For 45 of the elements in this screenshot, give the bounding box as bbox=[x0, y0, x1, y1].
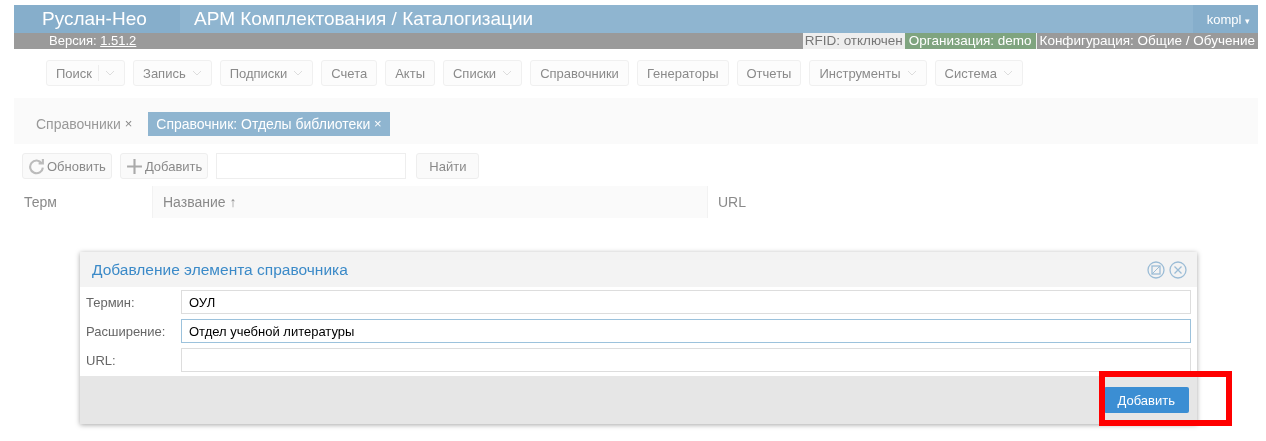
column-header[interactable]: Терм bbox=[14, 186, 152, 218]
input-field[interactable] bbox=[181, 348, 1191, 372]
maximize-icon[interactable] bbox=[1147, 260, 1165, 279]
tab[interactable]: Справочник: Отделы библиотеки × bbox=[148, 112, 390, 136]
submit-button[interactable]: Добавить bbox=[1103, 387, 1189, 413]
user-menu[interactable]: kompl ▾ bbox=[1192, 5, 1258, 33]
column-header[interactable]: Название ↑ bbox=[152, 186, 708, 218]
chevron-icon bbox=[502, 70, 513, 76]
close-icon[interactable] bbox=[1169, 260, 1187, 279]
menu-button[interactable]: Инструменты bbox=[809, 60, 927, 86]
refresh-icon bbox=[28, 157, 45, 175]
menu-button[interactable]: Списки bbox=[443, 60, 523, 86]
chevron-icon bbox=[191, 70, 202, 76]
organization-label: Организация: demo bbox=[904, 33, 1037, 49]
menu-button[interactable]: Отчеты bbox=[736, 60, 802, 86]
plus-icon bbox=[125, 157, 143, 175]
menu-button[interactable]: Акты bbox=[385, 60, 435, 86]
field-label: URL: bbox=[86, 352, 117, 368]
version-link[interactable]: 1.51.2 bbox=[100, 33, 137, 48]
version-label: Версия: bbox=[49, 33, 97, 48]
column-header[interactable]: URL bbox=[708, 186, 1258, 218]
menu-button[interactable]: Поиск bbox=[46, 60, 126, 86]
app-name: Руслан-Нео bbox=[14, 5, 180, 33]
menu-button[interactable]: Подписки bbox=[219, 60, 314, 86]
menu-button[interactable]: Запись bbox=[133, 60, 212, 86]
chevron-icon bbox=[1002, 70, 1013, 76]
rfid-status: RFID: отключен bbox=[802, 33, 905, 49]
input-field[interactable]: Отдел учебной литературы bbox=[181, 319, 1191, 343]
field-label: Термин: bbox=[86, 294, 136, 310]
input-field[interactable]: ОУЛ bbox=[181, 290, 1191, 314]
menu-button[interactable]: Система bbox=[934, 60, 1023, 86]
tab[interactable]: Справочники × bbox=[28, 112, 141, 136]
chevron-icon bbox=[906, 70, 917, 76]
menu-button[interactable]: Справочники bbox=[530, 60, 629, 86]
field-label: Расширение: bbox=[86, 323, 167, 339]
chevron-icon bbox=[293, 70, 304, 76]
refresh-button[interactable]: Обновить bbox=[22, 153, 112, 179]
menu-button[interactable]: Генераторы bbox=[636, 60, 729, 86]
app-title: АРМ Комплектования / Каталогизации bbox=[193, 8, 534, 30]
dialog-title: Добавление элемента справочника bbox=[92, 260, 348, 279]
find-button[interactable]: Найти bbox=[416, 153, 480, 179]
menu-button[interactable]: Счета bbox=[321, 60, 378, 86]
configuration-label: Конфигурация: Общие / Обучение bbox=[1038, 33, 1256, 49]
chevron-icon bbox=[105, 70, 116, 76]
add-button[interactable]: Добавить bbox=[119, 153, 209, 179]
